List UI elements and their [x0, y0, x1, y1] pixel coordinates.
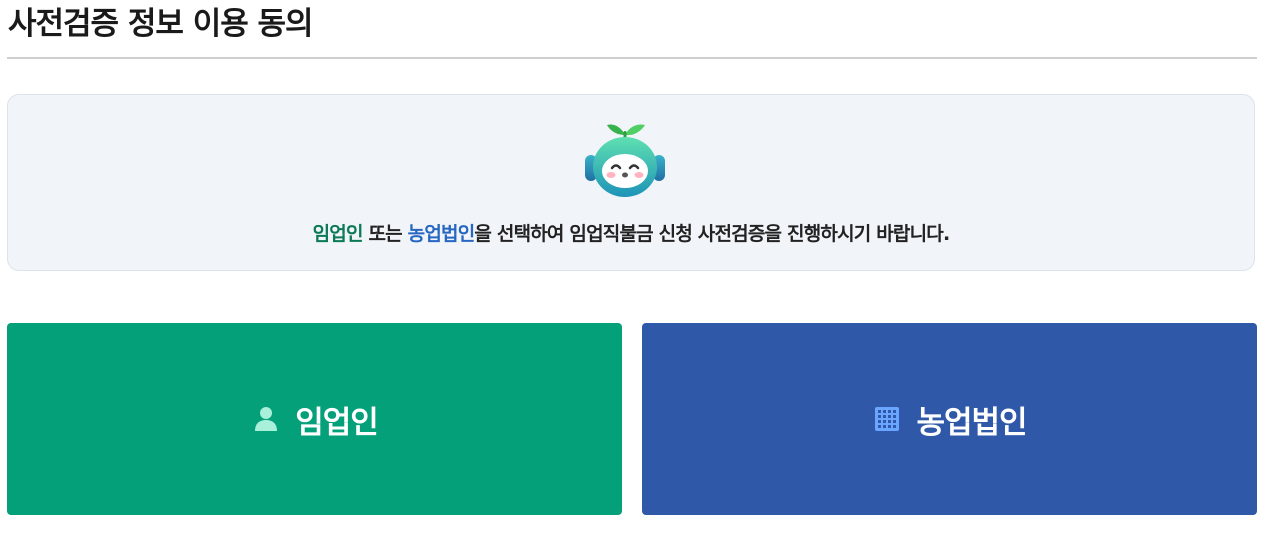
notice-highlight-corporation: 농업법인	[407, 223, 476, 245]
notice-box: 임업인 또는 농업법인을 선택하여 임업직불금 신청 사전검증을 진행하시기 바…	[7, 94, 1255, 271]
forester-select-button[interactable]: 임업인	[7, 323, 622, 515]
notice-text-segment: 을 선택하여 임업직불금 신청 사전검증을 진행하시기 바랍니다.	[474, 223, 950, 245]
title-divider	[7, 57, 1257, 59]
agricultural-corporation-select-button[interactable]: 농업법인	[642, 323, 1257, 515]
building-icon	[875, 407, 900, 431]
agricultural-corporation-button-label: 농업법인	[916, 404, 1027, 441]
forester-button-label: 임업인	[295, 404, 379, 441]
notice-text-segment: 또는	[362, 223, 408, 245]
notice-message: 임업인 또는 농업법인을 선택하여 임업직불금 신청 사전검증을 진행하시기 바…	[8, 219, 1254, 246]
page-title: 사전검증 정보 이용 동의	[8, 6, 314, 42]
person-icon	[255, 407, 278, 431]
notice-highlight-forester: 임업인	[312, 223, 364, 245]
sprout-robot-mascot-icon	[585, 124, 665, 197]
